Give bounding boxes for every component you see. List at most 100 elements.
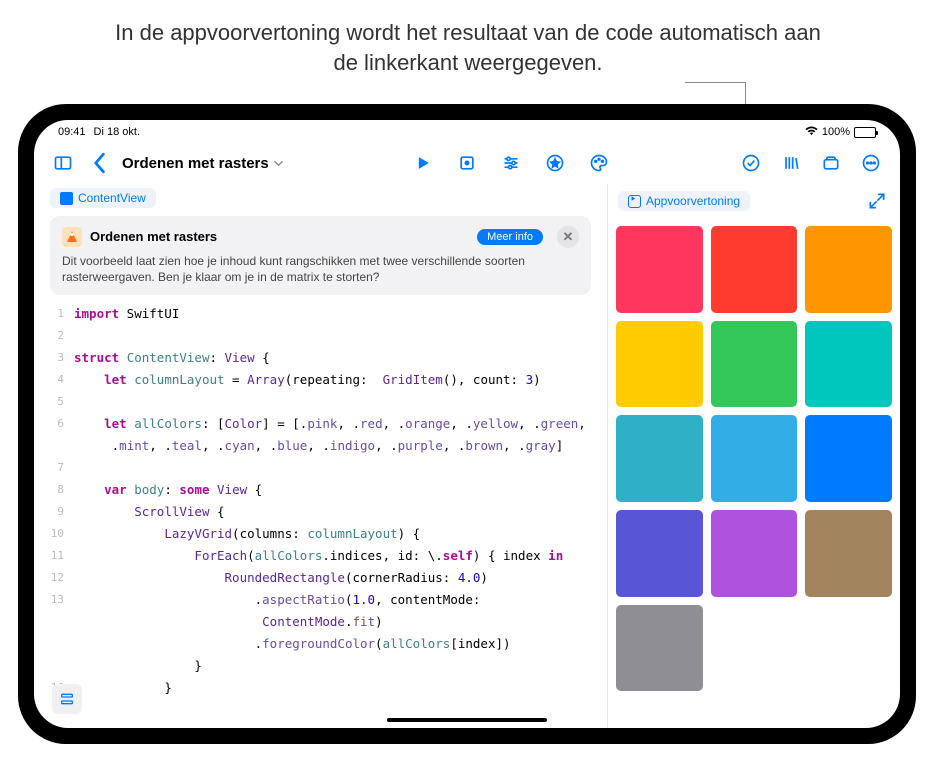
color-swatch[interactable] xyxy=(616,415,703,502)
battery-icon xyxy=(854,127,876,138)
code-line[interactable]: .mint, .teal, .cyan, .blue, .indigo, .pu… xyxy=(44,435,603,457)
code-text: ForEach(allColors.indices, id: \.self) {… xyxy=(74,545,603,567)
editor-tab-label: ContentView xyxy=(78,191,146,205)
color-swatch[interactable] xyxy=(805,226,892,313)
doc-outline-toggle[interactable] xyxy=(52,684,82,714)
code-line[interactable]: } xyxy=(44,655,603,677)
info-card-description: Dit voorbeeld laat zien hoe je inhoud ku… xyxy=(62,253,579,285)
status-bar: 09:41 Di 18 okt. 100% xyxy=(34,120,900,142)
app-toolbar: Ordenen met rasters xyxy=(34,142,900,184)
caption-text: In de appvoorvertoning wordt het resulta… xyxy=(100,18,836,77)
preview-surface xyxy=(608,220,900,728)
checkmark-badge-icon[interactable] xyxy=(738,150,764,176)
code-text: RoundedRectangle(cornerRadius: 4.0) xyxy=(74,567,603,589)
code-line[interactable]: .foregroundColor(allColors[index]) xyxy=(44,633,603,655)
step-button[interactable] xyxy=(454,150,480,176)
color-swatch[interactable] xyxy=(711,415,798,502)
code-text: var body: some View { xyxy=(74,479,603,501)
line-number xyxy=(44,655,74,677)
code-line[interactable]: 4 let columnLayout = Array(repeating: Gr… xyxy=(44,369,603,391)
line-number: 5 xyxy=(44,391,74,413)
color-swatch[interactable] xyxy=(616,510,703,597)
line-number xyxy=(44,633,74,655)
preview-pane: Appvoorvertoning xyxy=(607,184,900,728)
color-swatch[interactable] xyxy=(805,321,892,408)
line-number: 6 xyxy=(44,413,74,435)
line-number: 10 xyxy=(44,523,74,545)
close-info-button[interactable]: ✕ xyxy=(557,226,579,248)
code-line[interactable]: 2 xyxy=(44,325,603,347)
code-line[interactable]: 13 .aspectRatio(1.0, contentMode: xyxy=(44,589,603,611)
code-line[interactable]: 16 } xyxy=(44,677,603,699)
code-line[interactable]: 5 xyxy=(44,391,603,413)
code-line[interactable]: 10 LazyVGrid(columns: columnLayout) { xyxy=(44,523,603,545)
code-text xyxy=(74,391,603,413)
color-swatch[interactable] xyxy=(711,510,798,597)
code-text xyxy=(74,325,603,347)
code-line[interactable]: 7 xyxy=(44,457,603,479)
more-info-button[interactable]: Meer info xyxy=(477,229,543,245)
line-number: 9 xyxy=(44,501,74,523)
code-text: let allColors: [Color] = [.pink, .red, .… xyxy=(74,413,603,435)
color-swatch[interactable] xyxy=(616,605,703,692)
code-text: ContentMode.fit) xyxy=(74,611,603,633)
code-line[interactable]: 12 RoundedRectangle(cornerRadius: 4.0) xyxy=(44,567,603,589)
info-card: Ordenen met rasters Meer info ✕ Dit voor… xyxy=(50,216,591,295)
expand-preview-icon[interactable] xyxy=(864,188,890,214)
code-line[interactable]: 3struct ContentView: View { xyxy=(44,347,603,369)
code-text: ScrollView { xyxy=(74,501,603,523)
wifi-icon xyxy=(805,126,818,139)
code-text: .foregroundColor(allColors[index]) xyxy=(74,633,603,655)
more-menu-icon[interactable] xyxy=(858,150,884,176)
code-text: .mint, .teal, .cyan, .blue, .indigo, .pu… xyxy=(74,435,603,457)
lesson-icon xyxy=(62,227,82,247)
code-line[interactable]: 11 ForEach(allColors.indices, id: \.self… xyxy=(44,545,603,567)
code-line[interactable]: 6 let allColors: [Color] = [.pink, .red,… xyxy=(44,413,603,435)
code-text: } xyxy=(74,655,603,677)
line-number xyxy=(44,435,74,457)
document-title[interactable]: Ordenen met rasters xyxy=(122,155,284,172)
ipad-frame: 09:41 Di 18 okt. 100% Ordenen met raster… xyxy=(18,104,916,744)
line-number: 2 xyxy=(44,325,74,347)
home-indicator[interactable] xyxy=(387,718,547,722)
line-number: 8 xyxy=(44,479,74,501)
library-icon[interactable] xyxy=(778,150,804,176)
palette-icon[interactable] xyxy=(586,150,612,176)
line-number: 3 xyxy=(44,347,74,369)
code-text: LazyVGrid(columns: columnLayout) { xyxy=(74,523,603,545)
run-button[interactable] xyxy=(410,150,436,176)
color-swatch[interactable] xyxy=(711,321,798,408)
document-title-label: Ordenen met rasters xyxy=(122,155,269,172)
color-swatch[interactable] xyxy=(616,321,703,408)
code-text: .aspectRatio(1.0, contentMode: xyxy=(74,589,603,611)
code-text: } xyxy=(74,677,603,699)
back-button[interactable] xyxy=(86,150,112,176)
folder-icon[interactable] xyxy=(818,150,844,176)
code-line[interactable]: 8 var body: some View { xyxy=(44,479,603,501)
info-card-title: Ordenen met rasters xyxy=(90,229,217,244)
line-number: 12 xyxy=(44,567,74,589)
color-swatch[interactable] xyxy=(711,226,798,313)
code-line[interactable]: 9 ScrollView { xyxy=(44,501,603,523)
color-swatch[interactable] xyxy=(805,415,892,502)
line-number xyxy=(44,611,74,633)
chevron-down-icon xyxy=(273,158,284,169)
sidebar-toggle-icon[interactable] xyxy=(50,150,76,176)
code-line[interactable]: 1import SwiftUI xyxy=(44,303,603,325)
preview-tab-label: Appvoorvertoning xyxy=(646,194,740,208)
color-grid xyxy=(616,226,892,691)
settings-sliders-icon[interactable] xyxy=(498,150,524,176)
editor-tab-contentview[interactable]: ContentView xyxy=(50,188,156,208)
app-preview-icon xyxy=(628,195,641,208)
color-swatch[interactable] xyxy=(616,226,703,313)
status-time: 09:41 xyxy=(58,126,86,138)
line-number: 4 xyxy=(44,369,74,391)
star-icon[interactable] xyxy=(542,150,568,176)
code-line[interactable]: ContentMode.fit) xyxy=(44,611,603,633)
code-editor[interactable]: 1import SwiftUI23struct ContentView: Vie… xyxy=(38,303,603,728)
color-swatch[interactable] xyxy=(805,510,892,597)
editor-pane: ContentView Ordenen met rasters Meer inf… xyxy=(34,184,607,728)
line-number: 7 xyxy=(44,457,74,479)
code-text xyxy=(74,457,603,479)
preview-tab[interactable]: Appvoorvertoning xyxy=(618,191,750,211)
